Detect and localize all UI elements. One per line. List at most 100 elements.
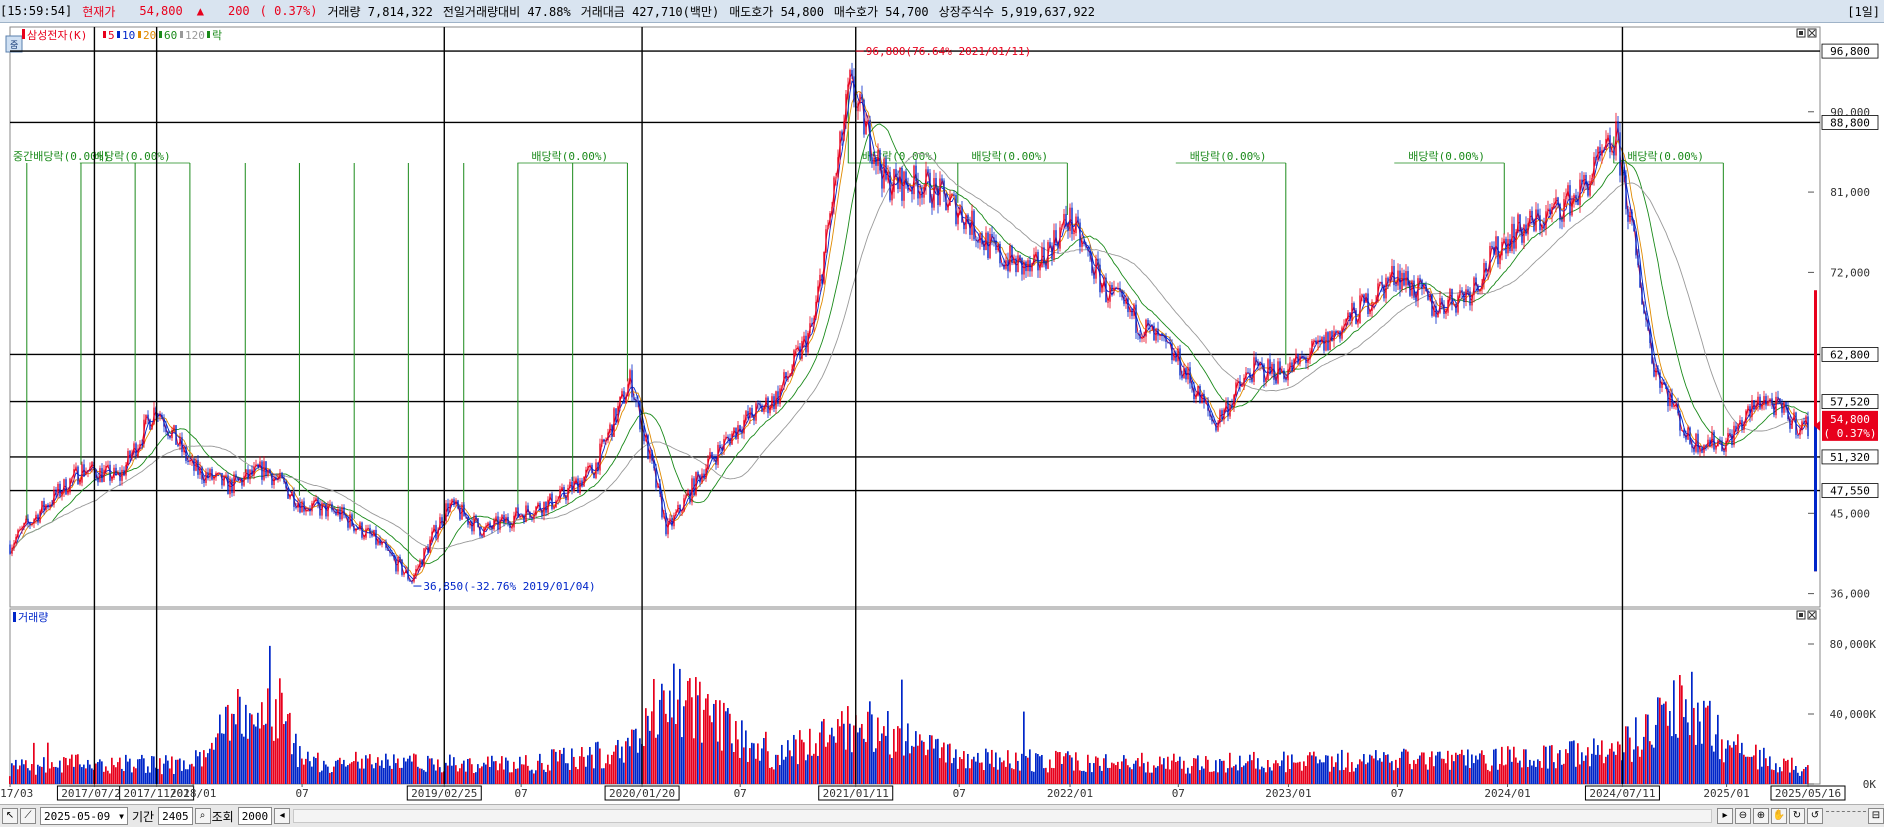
zoom-out-icon[interactable]: ⊖ [1735, 808, 1751, 824]
volume-bar [381, 760, 383, 784]
candle-body [775, 391, 777, 409]
volume-bar [875, 748, 877, 784]
period-indicator[interactable]: [1일] [1847, 3, 1880, 20]
volume-bar [289, 712, 291, 784]
volume-bar [351, 762, 353, 784]
candle-body [909, 188, 911, 191]
date-label: 2018/01 [170, 787, 216, 800]
volume-bar [415, 754, 417, 784]
candle-body [41, 501, 43, 512]
volume-bar [241, 733, 243, 784]
candle-body [1049, 242, 1051, 246]
volume-bar [777, 754, 779, 784]
bid-price-info: 매수호가 54,700 [833, 4, 929, 19]
volume-bar [1147, 761, 1149, 784]
volume-bar [931, 735, 933, 784]
candle-body [911, 188, 913, 195]
volume-bar [511, 772, 513, 784]
query-count-input[interactable]: 2000 [237, 807, 273, 825]
zoom-in-icon[interactable]: ⊕ [1753, 808, 1769, 824]
candle-body [195, 459, 197, 471]
date-select[interactable]: 2025-05-09 ▼ [40, 807, 128, 825]
candle-body [1181, 375, 1183, 379]
horizontal-scrollbar[interactable] [293, 809, 1712, 823]
volume-bar [533, 773, 535, 784]
volume-bar [57, 767, 59, 784]
scroll-left-icon[interactable]: ◂ [274, 808, 291, 824]
layout-icon[interactable]: ⊟ [1868, 808, 1884, 824]
candle-body [313, 500, 315, 504]
svg-text:줌: 줌 [10, 40, 18, 51]
candle-body [643, 425, 645, 442]
volume-bar [137, 759, 139, 784]
date-label: 2024/01 [1484, 787, 1530, 800]
volume-bar [737, 739, 739, 784]
line-tool-icon[interactable]: ⟋ [20, 808, 36, 824]
volume-bar [603, 768, 605, 784]
candle-body [1363, 294, 1365, 303]
zoom-track[interactable] [1826, 810, 1866, 822]
candle-body [1397, 270, 1399, 286]
date-label: 2025/05/16 [1775, 787, 1841, 800]
volume-bar [267, 688, 269, 784]
volume-bar [1299, 761, 1301, 784]
candle-body [1307, 359, 1309, 364]
candle-body [55, 489, 57, 495]
candle-body [227, 475, 229, 495]
candle-body [243, 476, 245, 486]
candle-body [1647, 319, 1649, 330]
volume-bar [1267, 760, 1269, 784]
candle-body [583, 476, 585, 487]
candle-body [735, 427, 737, 439]
candle-body [955, 194, 957, 225]
candle-body [65, 479, 67, 495]
volume-bar [1447, 750, 1449, 784]
candle-body [285, 481, 287, 488]
candle-body [711, 452, 713, 459]
volume-bar [1435, 755, 1437, 784]
candle-body [1527, 223, 1529, 235]
scroll-right-icon[interactable]: ▸ [1717, 808, 1733, 824]
candle-body [405, 569, 407, 574]
chart-area[interactable]: 줌 삼성전자(K) 5 10 20 60 120 락 거래량 배당락(0.00%… [0, 23, 1884, 804]
reset-icon[interactable]: ↺ [1807, 808, 1823, 824]
candle-body [981, 233, 983, 245]
volume-bar [39, 766, 41, 784]
volume-bar [483, 762, 485, 784]
volume-bar [29, 770, 31, 784]
candle-body [291, 491, 293, 496]
candle-body [765, 397, 767, 407]
volume-bar [1255, 768, 1257, 784]
volume-bar [1519, 760, 1521, 784]
volume-bar [1017, 760, 1019, 784]
volume-bar [911, 745, 913, 784]
volume-bar [995, 752, 997, 784]
candle-body [829, 213, 831, 226]
candle-body [101, 468, 103, 482]
candle-body [1161, 335, 1163, 337]
search-icon[interactable]: ⌕ [194, 808, 211, 824]
volume-bar [1779, 767, 1781, 784]
volume-bar [529, 770, 531, 784]
volume-bar [1531, 765, 1533, 784]
volume-bar [1253, 751, 1255, 784]
candle-body [1341, 327, 1343, 339]
volume-bar [921, 740, 923, 784]
candle-body [317, 498, 319, 504]
volume-bar [773, 769, 775, 784]
cursor-tool-icon[interactable]: ↖ [2, 808, 18, 824]
candle-body [1325, 332, 1327, 351]
refresh-icon[interactable]: ↻ [1789, 808, 1805, 824]
volume-bar [1249, 754, 1251, 784]
candle-body [1243, 378, 1245, 386]
pan-hand-icon[interactable]: ✋ [1771, 808, 1787, 824]
volume-bar [1243, 765, 1245, 784]
candle-body [587, 466, 589, 470]
candle-body [957, 213, 959, 225]
stock-chart[interactable]: 줌 삼성전자(K) 5 10 20 60 120 락 거래량 배당락(0.00%… [0, 23, 1884, 804]
volume-bar [1757, 769, 1759, 784]
volume-bar [369, 754, 371, 784]
candle-body [1663, 381, 1665, 385]
period-input[interactable]: 2405 [158, 807, 193, 825]
candle-body [71, 477, 73, 479]
